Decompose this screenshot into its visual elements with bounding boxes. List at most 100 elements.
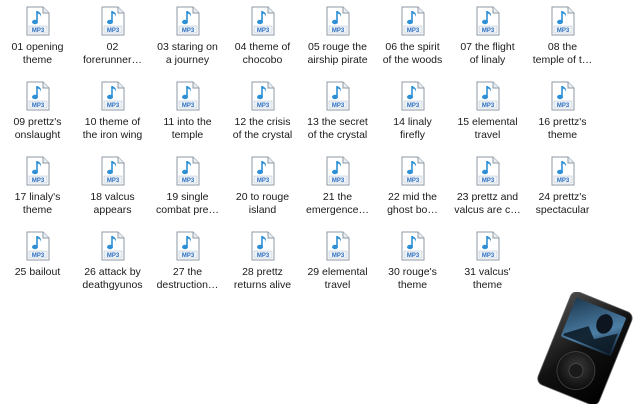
mp3-file-item[interactable]: MP3 23 prettz and valcus are c… (450, 156, 525, 231)
file-name-label: 04 theme of chocobo (234, 41, 291, 66)
mp3-file-icon: MP3 (176, 81, 199, 111)
file-name-label: 29 elemental travel (307, 266, 368, 291)
mp3-file-item[interactable]: MP3 17 linaly's theme (0, 156, 75, 231)
mp3-badge-text: MP3 (406, 28, 419, 34)
mp3-file-item[interactable]: MP3 16 prettz's theme (525, 81, 600, 156)
mp3-badge-text: MP3 (556, 28, 569, 34)
mp3-badge-text: MP3 (106, 253, 119, 259)
mp3-file-item[interactable]: MP3 28 prettz returns alive (225, 231, 300, 306)
mp3-file-icon: MP3 (251, 231, 274, 261)
mp3-file-icon: MP3 (251, 156, 274, 186)
mp3-badge-text: MP3 (406, 253, 419, 259)
mp3-file-icon: MP3 (551, 81, 574, 111)
mp3-badge-text: MP3 (331, 178, 344, 184)
file-name-label: 21 the emergence… (305, 191, 370, 216)
mp3-file-item[interactable]: MP3 06 the spirit of the woods (375, 6, 450, 81)
mp3-file-item[interactable]: MP3 30 rouge's theme (375, 231, 450, 306)
mp3-badge-text: MP3 (406, 178, 419, 184)
mp3-file-item[interactable]: MP3 21 the emergence… (300, 156, 375, 231)
file-name-label: 27 the destruction… (156, 266, 219, 291)
mp3-badge-text: MP3 (556, 103, 569, 109)
mp3-badge-text: MP3 (181, 178, 194, 184)
mp3-file-item[interactable]: MP3 07 the flight of linaly (450, 6, 525, 81)
mp3-file-item[interactable]: MP3 20 to rouge island (225, 156, 300, 231)
mp3-file-item[interactable]: MP3 26 attack by deathgyunos (75, 231, 150, 306)
mp3-file-item[interactable]: MP3 12 the crisis of the crystal (225, 81, 300, 156)
mp3-badge-text: MP3 (481, 103, 494, 109)
mp3-file-item[interactable]: MP3 24 prettz's spectacular fight (525, 156, 600, 231)
file-name-label: 06 the spirit of the woods (382, 41, 443, 66)
file-name-label: 11 into the temple (163, 116, 212, 141)
mp3-file-icon: MP3 (551, 6, 574, 36)
mp3-badge-text: MP3 (181, 103, 194, 109)
mp3-file-icon: MP3 (101, 231, 124, 261)
mp3-file-icon: MP3 (176, 231, 199, 261)
mp3-file-item[interactable]: MP3 05 rouge the airship pirate (300, 6, 375, 81)
mp3-badge-text: MP3 (406, 103, 419, 109)
mp3-badge-text: MP3 (31, 178, 44, 184)
file-name-label: 25 bailout (14, 266, 61, 278)
mp3-badge-text: MP3 (31, 253, 44, 259)
mp3-file-item[interactable]: MP3 19 single combat pre… (150, 156, 225, 231)
mp3-file-icon: MP3 (26, 6, 49, 36)
mp3-badge-text: MP3 (331, 28, 344, 34)
mp3-file-item[interactable]: MP3 22 mid the ghost bo… (375, 156, 450, 231)
mp3-file-item[interactable]: MP3 08 the temple of t… (525, 6, 600, 81)
file-name-label: 16 prettz's theme (538, 116, 587, 141)
mp3-file-icon: MP3 (326, 81, 349, 111)
mp3-file-icon: MP3 (26, 81, 49, 111)
mp3-file-item[interactable]: MP3 01 opening theme (0, 6, 75, 81)
mp3-file-item[interactable]: MP3 25 bailout (0, 231, 75, 306)
mp3-file-item[interactable]: MP3 15 elemental travel (450, 81, 525, 156)
file-name-label: 20 to rouge island (235, 191, 290, 216)
file-name-label: 01 opening theme (11, 41, 64, 66)
mp3-file-icon: MP3 (26, 156, 49, 186)
mp3-file-item[interactable]: MP3 02 forerunner… (75, 6, 150, 81)
mp3-badge-text: MP3 (181, 28, 194, 34)
mp3-file-item[interactable]: MP3 03 staring on a journey (150, 6, 225, 81)
mp3-badge-text: MP3 (331, 103, 344, 109)
mp3-file-icon: MP3 (401, 6, 424, 36)
mp3-badge-text: MP3 (181, 253, 194, 259)
mp3-file-item[interactable]: MP3 11 into the temple (150, 81, 225, 156)
file-name-label: 30 rouge's theme (388, 266, 437, 291)
mp3-file-item[interactable]: MP3 31 valcus' theme (450, 231, 525, 306)
file-name-label: 08 the temple of t… (532, 41, 593, 66)
file-name-label: 10 theme of the iron wing (82, 116, 143, 141)
file-name-label: 22 mid the ghost bo… (387, 191, 438, 216)
file-name-label: 03 staring on a journey (157, 41, 218, 66)
file-name-label: 13 the secret of the crystal (307, 116, 368, 141)
file-name-label: 14 linaly firefly (393, 116, 432, 141)
mp3-file-icon: MP3 (251, 6, 274, 36)
mp3-badge-text: MP3 (256, 253, 269, 259)
mp3-badge-text: MP3 (556, 178, 569, 184)
file-name-label: 24 prettz's spectacular fight (535, 191, 590, 216)
mp3-file-item[interactable]: MP3 18 valcus appears (75, 156, 150, 231)
mp3-file-item[interactable]: MP3 13 the secret of the crystal (300, 81, 375, 156)
mp3-file-icon: MP3 (551, 156, 574, 186)
mp3-file-icon: MP3 (326, 6, 349, 36)
mp3-file-icon: MP3 (476, 156, 499, 186)
mp3-file-icon: MP3 (26, 231, 49, 261)
ipod-image (537, 292, 633, 404)
mp3-file-item[interactable]: MP3 27 the destruction… (150, 231, 225, 306)
mp3-file-icon: MP3 (326, 231, 349, 261)
mp3-file-icon: MP3 (401, 156, 424, 186)
mp3-file-item[interactable]: MP3 29 elemental travel (300, 231, 375, 306)
mp3-file-icon: MP3 (326, 156, 349, 186)
mp3-badge-text: MP3 (481, 28, 494, 34)
mp3-file-item[interactable]: MP3 09 prettz's onslaught (0, 81, 75, 156)
mp3-file-item[interactable]: MP3 04 theme of chocobo (225, 6, 300, 81)
mp3-file-item[interactable]: MP3 10 theme of the iron wing (75, 81, 150, 156)
file-name-label: 18 valcus appears (90, 191, 135, 216)
mp3-file-icon: MP3 (476, 81, 499, 111)
file-name-label: 09 prettz's onslaught (13, 116, 62, 141)
file-name-label: 15 elemental travel (457, 116, 518, 141)
mp3-badge-text: MP3 (106, 28, 119, 34)
mp3-file-icon: MP3 (401, 231, 424, 261)
mp3-file-item[interactable]: MP3 14 linaly firefly (375, 81, 450, 156)
mp3-file-icon: MP3 (101, 81, 124, 111)
mp3-badge-text: MP3 (481, 178, 494, 184)
mp3-badge-text: MP3 (31, 28, 44, 34)
mp3-badge-text: MP3 (256, 178, 269, 184)
